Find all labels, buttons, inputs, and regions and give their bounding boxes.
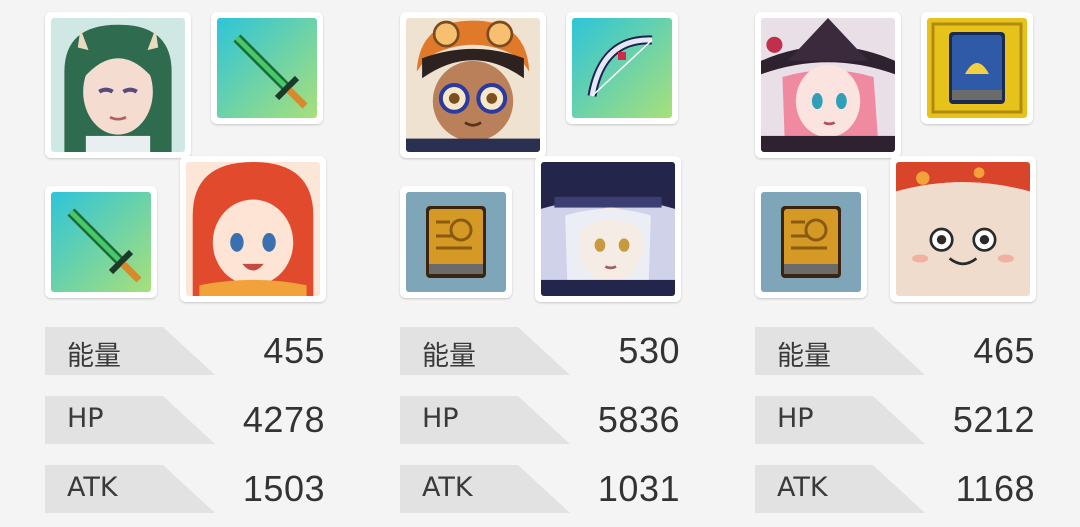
team-3: 能量 465 HP 5212 ATK 1168 (755, 0, 1055, 527)
stat-value: 530 (618, 330, 680, 371)
item-1-1[interactable] (211, 12, 323, 124)
stat-row-atk: ATK 1168 (755, 465, 1035, 513)
golden-book-item-icon (761, 192, 861, 292)
stat-label: 能量 (67, 341, 121, 372)
stat-row-energy: 能量 530 (400, 327, 680, 375)
stat-label: 能量 (777, 341, 831, 372)
item-3-1[interactable] (921, 12, 1033, 124)
stat-value: 455 (263, 330, 325, 371)
stat-value: 5836 (597, 399, 680, 440)
stat-label: HP (422, 403, 459, 434)
stat-row-energy: 能量 465 (755, 327, 1035, 375)
stat-row-hp: HP 5836 (400, 396, 680, 444)
item-2-2[interactable] (400, 186, 512, 298)
stat-value: 465 (973, 330, 1035, 371)
character-2-2[interactable] (535, 156, 681, 302)
red-haired-girl-portrait-icon (186, 162, 320, 296)
green-haired-horned-woman-portrait-icon (51, 18, 185, 152)
team-1: 能量 455 HP 4278 ATK 1503 (45, 0, 345, 527)
stat-row-hp: HP 5212 (755, 396, 1035, 444)
green-sword-weapon-icon (51, 192, 151, 292)
pink-haired-witch-portrait-icon (761, 18, 895, 152)
stat-label: ATK (67, 472, 118, 503)
stat-label: HP (67, 403, 104, 434)
silver-bow-weapon-icon (572, 18, 672, 118)
character-2-1[interactable] (400, 12, 546, 158)
blue-tome-gold-frame-item-icon (927, 18, 1027, 118)
team-2: 能量 530 HP 5836 ATK 1031 (400, 0, 700, 527)
character-1-2[interactable] (180, 156, 326, 302)
stat-value: 1031 (597, 468, 680, 509)
stat-label: HP (777, 403, 814, 434)
stat-label: 能量 (422, 341, 476, 372)
stat-label: ATK (422, 472, 473, 503)
item-1-2[interactable] (45, 186, 157, 298)
stat-row-hp: HP 4278 (45, 396, 325, 444)
character-1-1[interactable] (45, 12, 191, 158)
character-3-1[interactable] (755, 12, 901, 158)
stat-row-atk: ATK 1503 (45, 465, 325, 513)
stat-value: 4278 (242, 399, 325, 440)
item-2-1[interactable] (566, 12, 678, 124)
boy-with-goggles-and-glasses-portrait-icon (406, 18, 540, 152)
stat-value: 1168 (955, 468, 1035, 509)
green-sword-weapon-icon (217, 18, 317, 118)
stat-row-energy: 能量 455 (45, 327, 325, 375)
stat-label: ATK (777, 472, 828, 503)
item-3-2[interactable] (755, 186, 867, 298)
stat-value: 1503 (242, 468, 325, 509)
stat-value: 5212 (952, 399, 1035, 440)
character-3-2[interactable] (890, 156, 1036, 302)
golden-book-item-icon (406, 192, 506, 292)
stat-row-atk: ATK 1031 (400, 465, 680, 513)
mushroom-creature-portrait-icon (896, 162, 1030, 296)
white-haired-girl-dark-hat-portrait-icon (541, 162, 675, 296)
